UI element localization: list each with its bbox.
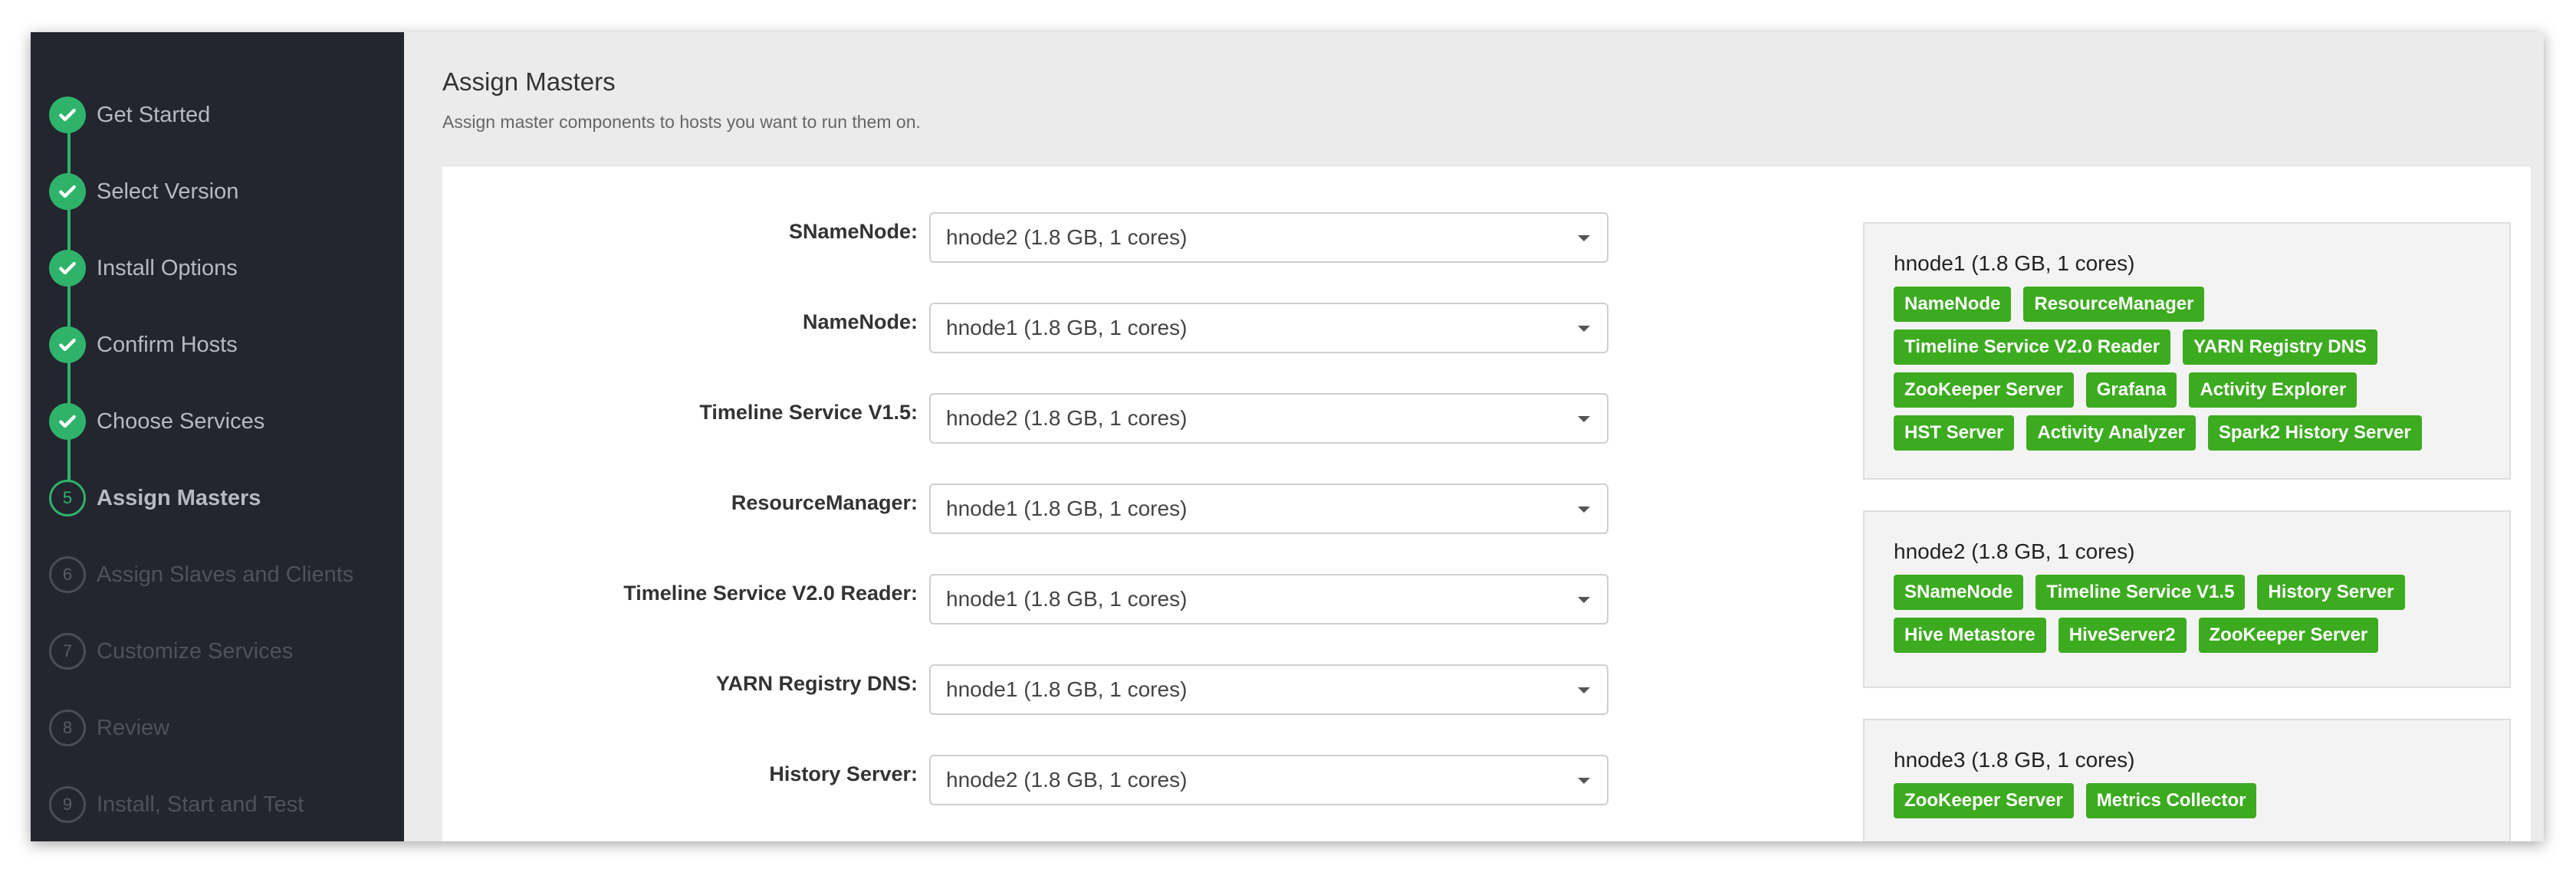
wizard-step-select-version[interactable]: Select Version xyxy=(49,172,238,211)
wizard-step-choose-services[interactable]: Choose Services xyxy=(49,402,264,441)
wizard-step-label: Assign Slaves and Clients xyxy=(97,562,354,587)
host-title: hnode1 (1.8 GB, 1 cores) xyxy=(1894,251,2135,275)
installer-window: Get Started Select Version Install Options… xyxy=(31,32,2544,841)
assignment-row: YARN Registry DNS: hnode1 (1.8 GB, 1 core… xyxy=(442,664,1615,716)
host-select-value: hnode1 (1.8 GB, 1 cores) xyxy=(946,497,1188,520)
step-number: 8 xyxy=(49,710,86,746)
caret-down-icon xyxy=(1578,597,1590,603)
component-badge: HiveServer2 xyxy=(2058,618,2187,653)
wizard-step-label: Review xyxy=(97,715,170,740)
wizard-step-label: Get Started xyxy=(97,102,211,127)
wizard-step-confirm-hosts[interactable]: Confirm Hosts xyxy=(49,325,238,365)
host-select[interactable]: hnode1 (1.8 GB, 1 cores) xyxy=(929,484,1608,534)
component-badge: History Server xyxy=(2257,575,2405,610)
caret-down-icon xyxy=(1578,687,1590,693)
wizard-step-label: Install Options xyxy=(97,255,238,280)
component-tags: SNameNode Timeline Service V1.5 History Se… xyxy=(1894,575,2480,661)
caret-down-icon xyxy=(1578,778,1590,784)
host-select-value: hnode1 (1.8 GB, 1 cores) xyxy=(946,677,1188,701)
caret-down-icon xyxy=(1578,416,1590,422)
component-badge: SNameNode xyxy=(1894,575,2024,610)
component-badge: Activity Explorer xyxy=(2189,372,2358,408)
host-select-value: hnode1 (1.8 GB, 1 cores) xyxy=(946,316,1188,339)
step-number: 9 xyxy=(49,786,86,823)
host-summary-card: hnode3 (1.8 GB, 1 cores) ZooKeeper Server… xyxy=(1863,719,2511,841)
wizard-step-customize-services: 7 Customize Services xyxy=(49,631,293,671)
wizard-step-install-options[interactable]: Install Options xyxy=(49,248,238,288)
wizard-step-install-start-and-test: 9 Install, Start and Test xyxy=(49,785,304,824)
component-label: YARN Registry DNS: xyxy=(715,672,918,695)
component-badge: Hive Metastore xyxy=(1894,618,2046,653)
component-badge: NameNode xyxy=(1894,287,2012,322)
check-icon xyxy=(49,250,86,287)
component-badge: Timeline Service V2.0 Reader xyxy=(1894,329,2171,365)
step-number: 6 xyxy=(49,556,86,593)
component-badge: Metrics Collector xyxy=(2085,783,2257,818)
component-badge: ResourceManager xyxy=(2023,287,2205,322)
assignment-row: Timeline Service V2.0 Reader: hnode1 (1.8… xyxy=(442,574,1615,626)
component-label: Timeline Service V1.5: xyxy=(699,401,918,424)
check-icon xyxy=(49,326,86,363)
caret-down-icon xyxy=(1578,235,1590,241)
host-select-value: hnode2 (1.8 GB, 1 cores) xyxy=(946,768,1188,792)
host-summary-card: hnode2 (1.8 GB, 1 cores) SNameNode Timelin… xyxy=(1863,510,2511,688)
component-badge: YARN Registry DNS xyxy=(2183,329,2377,365)
wizard-step-get-started[interactable]: Get Started xyxy=(49,95,210,135)
assignment-row: NameNode: hnode1 (1.8 GB, 1 cores) xyxy=(442,303,1615,355)
host-select-value: hnode2 (1.8 GB, 1 cores) xyxy=(946,406,1188,430)
host-select[interactable]: hnode2 (1.8 GB, 1 cores) xyxy=(929,393,1608,444)
assignment-row: SNameNode: hnode2 (1.8 GB, 1 cores) xyxy=(442,212,1615,264)
host-select[interactable]: hnode1 (1.8 GB, 1 cores) xyxy=(929,664,1608,715)
wizard-sidebar: Get Started Select Version Install Options… xyxy=(31,32,404,841)
component-badge: Grafana xyxy=(2085,372,2177,408)
wizard-step-label: Assign Masters xyxy=(97,485,261,510)
main-content: Assign Masters Assign master components … xyxy=(404,32,2544,841)
component-badge: ZooKeeper Server xyxy=(1894,783,2074,818)
wizard-step-label: Customize Services xyxy=(97,638,294,664)
component-tags: ZooKeeper Server Metrics Collector xyxy=(1894,783,2480,826)
host-select[interactable]: hnode2 (1.8 GB, 1 cores) xyxy=(929,212,1608,263)
host-select[interactable]: hnode1 (1.8 GB, 1 cores) xyxy=(929,303,1608,353)
wizard-step-label: Install, Start and Test xyxy=(97,792,304,817)
assignment-row: ResourceManager: hnode1 (1.8 GB, 1 cores) xyxy=(442,484,1615,536)
step-number: 5 xyxy=(49,480,86,516)
progress-line xyxy=(67,101,71,515)
component-label: Timeline Service V2.0 Reader: xyxy=(623,582,918,605)
page-title: Assign Masters xyxy=(442,67,616,96)
check-icon xyxy=(49,403,86,440)
caret-down-icon xyxy=(1578,506,1590,513)
component-badge: Spark2 History Server xyxy=(2207,415,2422,451)
component-label: History Server: xyxy=(769,762,918,785)
host-select[interactable]: hnode2 (1.8 GB, 1 cores) xyxy=(929,755,1608,805)
component-badge: Activity Analyzer xyxy=(2026,415,2196,451)
component-badge: Timeline Service V1.5 xyxy=(2036,575,2246,610)
caret-down-icon xyxy=(1578,326,1590,332)
assignment-row: History Server: hnode2 (1.8 GB, 1 cores) xyxy=(442,755,1615,807)
host-select-value: hnode2 (1.8 GB, 1 cores) xyxy=(946,225,1188,249)
check-icon xyxy=(49,97,86,133)
wizard-step-review: 8 Review xyxy=(49,708,169,748)
wizard-step-label: Choose Services xyxy=(97,408,265,434)
assign-panel: SNameNode: hnode2 (1.8 GB, 1 cores) NameNo… xyxy=(442,166,2531,841)
check-icon xyxy=(49,173,86,210)
host-title: hnode2 (1.8 GB, 1 cores) xyxy=(1894,539,2135,563)
wizard-step-label: Confirm Hosts xyxy=(97,332,238,357)
component-label: SNameNode: xyxy=(788,220,918,243)
wizard-step-label: Select Version xyxy=(97,179,239,204)
component-badge: ZooKeeper Server xyxy=(1894,372,2074,408)
step-number: 7 xyxy=(49,633,86,670)
component-label: ResourceManager: xyxy=(731,491,918,514)
host-summary-card: hnode1 (1.8 GB, 1 cores) NameNode Resource… xyxy=(1863,222,2511,480)
component-tags: NameNode ResourceManager Timeline Service … xyxy=(1894,287,2480,458)
host-title: hnode3 (1.8 GB, 1 cores) xyxy=(1894,748,2135,772)
component-label: NameNode: xyxy=(802,310,918,333)
wizard-step-assign-masters[interactable]: 5 Assign Masters xyxy=(49,478,261,518)
component-badge: HST Server xyxy=(1894,415,2015,451)
wizard-step-assign-slaves-and-clients: 6 Assign Slaves and Clients xyxy=(49,555,353,595)
component-badge: ZooKeeper Server xyxy=(2198,618,2379,653)
page-subtitle: Assign master components to hosts you wa… xyxy=(442,112,921,132)
assignment-row: Timeline Service V1.5: hnode2 (1.8 GB, 1 … xyxy=(442,393,1615,445)
host-select-value: hnode1 (1.8 GB, 1 cores) xyxy=(946,587,1188,611)
host-select[interactable]: hnode1 (1.8 GB, 1 cores) xyxy=(929,574,1608,624)
